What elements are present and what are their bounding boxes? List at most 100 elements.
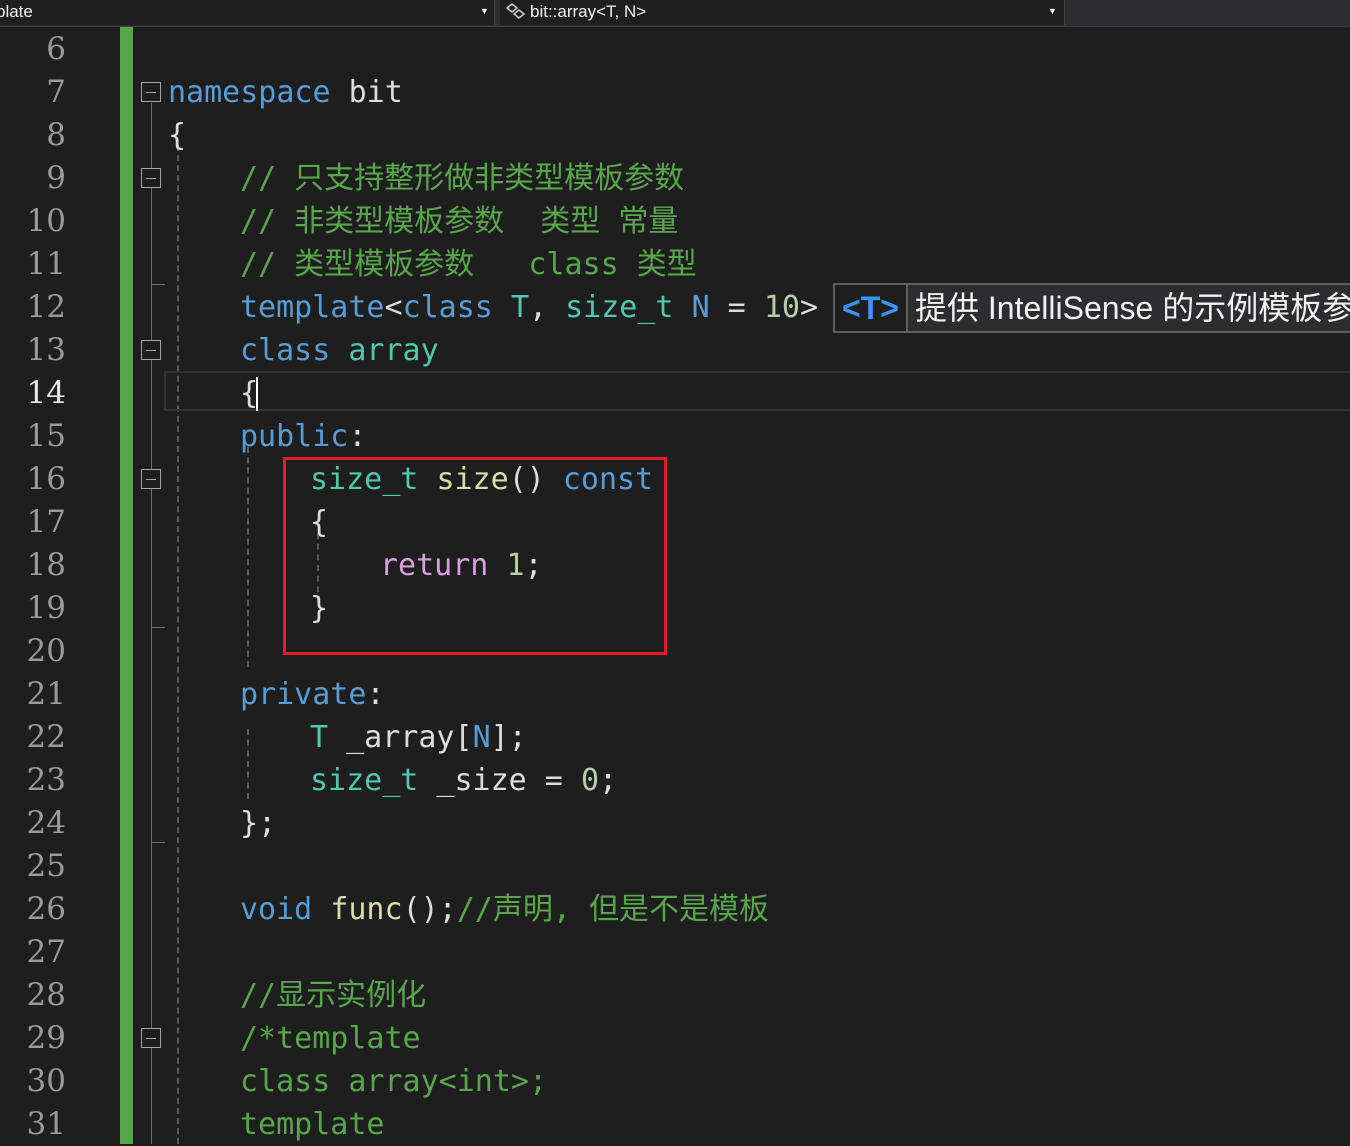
template-param-tag[interactable]: <T> [835,285,908,331]
outline-line [151,103,152,1144]
code-token: class [240,333,331,368]
current-line-highlight [164,371,1350,411]
template-bar-text: 提供 IntelliSense 的示例模板参 [915,290,1350,326]
collapse-namespace-toggle[interactable] [141,82,161,102]
collapse-comment-toggle[interactable] [141,168,161,188]
code-line-12: template<class T, size_t N = 10> [240,286,818,329]
code-token: void [240,892,313,927]
line-number: 23 [26,762,66,798]
code-line-9: // 只支持整形做非类型模板参数 [240,157,684,200]
code-editor[interactable]: 6 7 8 9 10 11 12 13 14 15 16 17 18 19 20 21 22 23 24 25 26 27… [0,27,1350,1144]
symbol-scope-value: bit::array<T, N> [530,2,647,21]
indent-guide [247,729,249,799]
code-line-7: namespace bit [168,71,403,114]
outline-end [151,284,165,285]
line-number-gutter: 6 7 8 9 10 11 12 13 14 15 16 17 18 19 20 21 22 23 24 25 26 27… [0,27,70,1144]
code-line-24: }; [240,802,276,845]
line-number: 29 [26,1020,66,1056]
code-token: _size = [418,763,581,798]
line-number: 7 [46,74,66,110]
code-line-26: void func();//声明, 但是不是模板 [240,888,769,931]
collapse-class-toggle[interactable] [141,340,161,360]
code-token: 10 [763,290,800,325]
line-number: 26 [26,891,66,927]
line-number: 17 [26,504,66,540]
line-number: 25 [26,848,66,884]
line-number: 15 [26,418,66,454]
code-token: bit [330,75,403,110]
collapse-function-toggle[interactable] [141,469,161,489]
code-token: //显示实例化 [240,978,427,1013]
code-token: // 只支持整形做非类型模板参数 [240,161,685,196]
code-line-29: /*template [240,1017,421,1060]
collapse-block-comment-toggle[interactable] [141,1028,161,1048]
line-number: 6 [46,31,66,67]
code-token: < [384,290,403,325]
indent-guide [177,145,179,1144]
code-token: class array<int>; [240,1064,548,1099]
code-line-31: template [240,1103,385,1146]
code-token: T [510,290,529,325]
code-token: namespace [168,75,331,110]
code-token: template [240,1107,385,1142]
code-token: public [240,419,349,454]
highlight-annotation-box [283,457,667,655]
code-token: }; [240,806,277,841]
line-number: 28 [26,977,66,1013]
code-line-28: //显示实例化 [240,974,426,1017]
code-token: : [348,419,367,454]
code-token: , [529,290,566,325]
code-token: // 类型模板参数 class 类型 [240,247,697,282]
line-number: 21 [26,676,66,712]
code-token: _array[ [328,720,473,755]
code-token: N [472,720,491,755]
code-line-15: public: [240,415,366,458]
code-token: // 非类型模板参数 类型 常量 [240,204,679,239]
line-number: 22 [26,719,66,755]
line-number: 31 [26,1106,66,1142]
code-token: private [240,677,367,712]
indent-guide [247,447,249,667]
line-number: 10 [26,203,66,239]
chevron-down-icon: ▼ [480,6,489,16]
line-number: 24 [26,805,66,841]
code-line-11: // 类型模板参数 class 类型 [240,243,697,286]
template-intellisense-bar[interactable]: <T> 提供 IntelliSense 的示例模板参 [833,283,1350,333]
symbol-scope-dropdown[interactable]: bit::array<T, N> ▼ [500,0,1065,25]
code-token: ]; [490,720,527,755]
code-line-22: T _array[N]; [310,716,527,759]
line-number: 9 [46,160,66,196]
line-number: 19 [26,590,66,626]
code-line-21: private: [240,673,385,716]
line-number: 12 [26,289,66,325]
code-token: size_t [565,290,674,325]
code-token: = [709,290,764,325]
code-token: class [402,290,493,325]
code-token: T [310,720,329,755]
text-caret [256,377,258,411]
project-scope-dropdown[interactable]: plate ▼ [0,0,495,25]
code-token: ; [599,763,618,798]
code-token: //声明, 但是不是模板 [456,892,769,927]
code-line-8: { [168,114,186,157]
line-number: 30 [26,1063,66,1099]
code-token: N [691,290,710,325]
project-scope-value: plate [0,2,33,21]
code-line-10: // 非类型模板参数 类型 常量 [240,200,678,243]
outline-end [151,842,165,843]
line-number: 11 [26,246,66,282]
code-token: func [330,892,403,927]
navigation-bar: plate ▼ bit::array<T, N> ▼ [0,0,1350,27]
code-token: { [168,118,187,153]
code-token: > [799,290,818,325]
code-token: /*template [240,1021,421,1056]
code-line-30: class array<int>; [240,1060,547,1103]
code-token: : [366,677,385,712]
line-number: 27 [26,934,66,970]
code-line-13: class array [240,329,439,372]
code-token: template [240,290,385,325]
